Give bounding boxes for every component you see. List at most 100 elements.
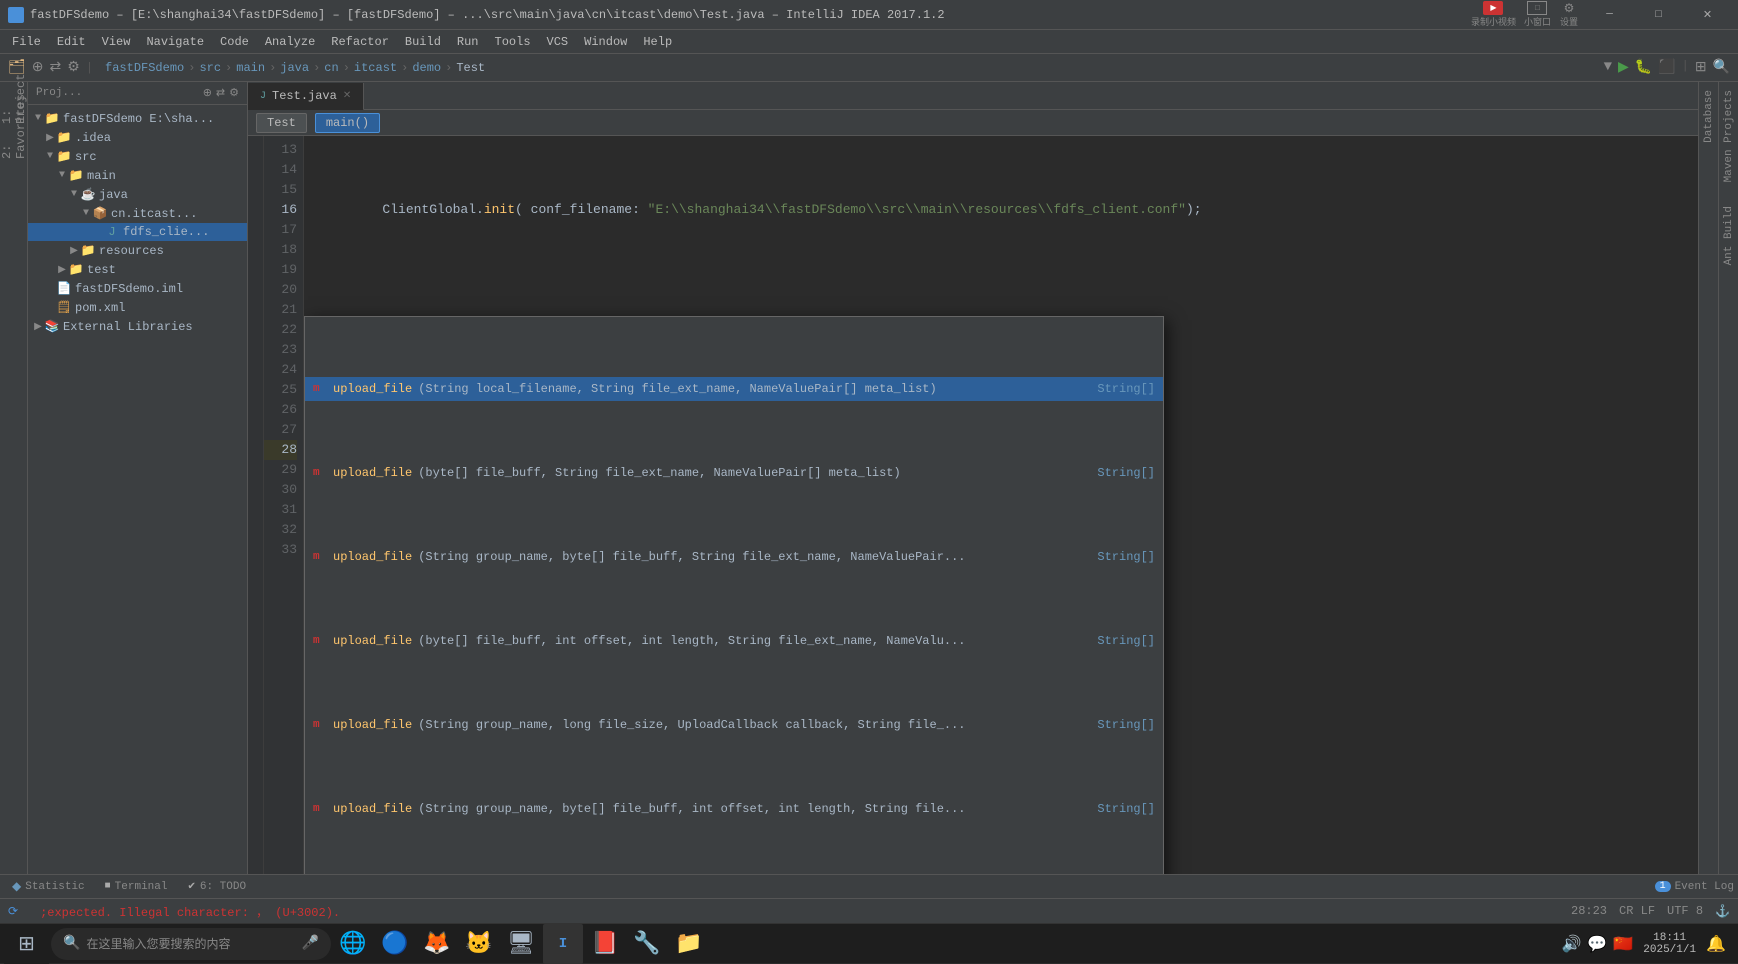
debug-btn[interactable]: 🐛 (1635, 59, 1652, 76)
tree-iml[interactable]: 📄 fastDFSdemo.iml (28, 279, 247, 298)
ac-return-type: String[] (1089, 463, 1155, 483)
status-bar: ⟳ ;expected. Illegal character: ， (U+300… (0, 898, 1738, 923)
line-num: 24 (264, 360, 297, 380)
bc-cn[interactable]: cn (324, 61, 338, 75)
tree-ext-libs[interactable]: ▶ 📚 External Libraries (28, 317, 247, 336)
menu-file[interactable]: File (4, 30, 49, 54)
taskbar-ie[interactable]: 🌐 (333, 924, 373, 964)
title-text: fastDFSdemo – [E:\shanghai34\fastDFSdemo… (30, 8, 1471, 22)
menu-code[interactable]: Code (212, 30, 257, 54)
ac-item-2[interactable]: m upload_file(byte[] file_buff, String f… (305, 461, 1163, 485)
taskbar-cmd[interactable]: 🖥 (501, 924, 541, 964)
maven-tab[interactable]: Maven Projects (1719, 82, 1738, 190)
iml-icon: 📄 (56, 281, 72, 296)
taskbar-chrome[interactable]: 🔵 (375, 924, 415, 964)
code-content[interactable]: ClientGlobal.init( conf_filename: "E:\\s… (304, 136, 1698, 874)
menu-navigate[interactable]: Navigate (138, 30, 212, 54)
database-tab[interactable]: Database (1699, 82, 1719, 151)
bc-main[interactable]: main (236, 61, 265, 75)
ac-item-5[interactable]: m upload_file(String group_name, long fi… (305, 713, 1163, 737)
fav-btn[interactable]: 2: Favorites (1, 114, 27, 140)
tree-label: .idea (75, 131, 111, 145)
status-right: 28:23 CR LF UTF 8 ⚓ (1571, 904, 1730, 919)
record-video-btn[interactable]: ▶ 录制小视频 (1471, 1, 1516, 28)
stop-btn[interactable]: ⬛ (1658, 59, 1675, 76)
todo-tab[interactable]: ✔ 6: TODO (179, 879, 254, 895)
taskbar-idea[interactable]: I (543, 924, 583, 964)
event-log-tab[interactable]: Event Log (1675, 881, 1734, 893)
tree-root[interactable]: ▼ 📁 fastDFSdemo E:\sha... (28, 109, 247, 128)
autocomplete-dropdown[interactable]: m upload_file (String local_filename, Str… (304, 316, 1164, 874)
ac-item-6[interactable]: m upload_file(String group_name, byte[] … (305, 797, 1163, 821)
minimize-btn[interactable]: ─ (1587, 0, 1632, 30)
ac-method-name: upload_file (333, 379, 412, 399)
bc-fastdfsdemo[interactable]: fastDFSdemo (105, 61, 184, 75)
settings-gear[interactable]: ⚙ (67, 59, 80, 76)
ph-btn1[interactable]: ⊕ (203, 86, 212, 100)
bc-demo[interactable]: demo (412, 61, 441, 75)
ph-btn2[interactable]: ⇄ (216, 86, 225, 100)
close-btn[interactable]: ✕ (1685, 0, 1730, 30)
tree-pom[interactable]: 🗒 pom.xml (28, 298, 247, 317)
ac-item-4[interactable]: m upload_file(byte[] file_buff, int offs… (305, 629, 1163, 653)
ac-method-icon: m (313, 379, 327, 399)
ph-btn3[interactable]: ⚙ (229, 86, 239, 100)
search-bar[interactable]: 🔍 在这里输入您要搜索的内容 🎤 (51, 928, 331, 960)
clock[interactable]: 18:11 2025/1/1 (1639, 932, 1700, 956)
menu-tools[interactable]: Tools (487, 30, 539, 54)
ac-item-3[interactable]: m upload_file(String group_name, byte[] … (305, 545, 1163, 569)
project-panel: Proj... ⊕ ⇄ ⚙ ▼ 📁 fastDFSdemo E:\sha... … (28, 82, 248, 874)
taskbar-folder[interactable]: 📁 (669, 924, 709, 964)
menu-window[interactable]: Window (576, 30, 635, 54)
ac-item-1[interactable]: m upload_file (String local_filename, Str… (305, 377, 1163, 401)
toolbar-btn-1[interactable]: ⊕ (32, 59, 44, 76)
tree-arrow: ▼ (68, 189, 80, 200)
tree-cn-itcast[interactable]: ▼ 📦 cn.itcast... (28, 204, 247, 223)
menu-edit[interactable]: Edit (49, 30, 94, 54)
tree-fdfs[interactable]: J fdfs_clie... (28, 223, 247, 241)
start-button[interactable]: ⊞ (4, 924, 49, 964)
tab-test-java[interactable]: J Test.java ✕ (248, 83, 364, 111)
bc-itcast[interactable]: itcast (354, 61, 397, 75)
run-btn[interactable]: ▶ (1618, 59, 1629, 76)
clock-date: 2025/1/1 (1643, 944, 1696, 956)
method-selector[interactable]: main() (315, 113, 380, 133)
menu-refactor[interactable]: Refactor (323, 30, 397, 54)
taskbar-app1[interactable]: 🐱 (459, 924, 499, 964)
grid-view-btn[interactable]: ⊞ (1695, 59, 1707, 76)
class-selector[interactable]: Test (256, 113, 307, 133)
taskbar-acrobat[interactable]: 📕 (585, 924, 625, 964)
small-window-btn[interactable]: □ 小窗口 (1524, 1, 1551, 28)
notification-btn[interactable]: 🔔 (1706, 934, 1726, 954)
taskbar-firefox[interactable]: 🦊 (417, 924, 457, 964)
toolbar-btn-2[interactable]: ⇄ (50, 59, 62, 76)
run-config-selector[interactable]: ▼ (1604, 59, 1612, 76)
project-panel-header: Proj... ⊕ ⇄ ⚙ (28, 82, 247, 105)
tree-arrow: ▶ (32, 321, 44, 333)
settings-btn[interactable]: ⚙ 设置 (1559, 1, 1579, 28)
menu-view[interactable]: View (94, 30, 139, 54)
code-editor[interactable]: 13 14 15 16 17 18 19 20 21 22 23 24 25 2… (248, 136, 1698, 874)
bc-src[interactable]: src (199, 61, 221, 75)
menu-help[interactable]: Help (635, 30, 680, 54)
ac-params: (String local_filename, String file_ext_… (418, 379, 936, 399)
search-everywhere-btn[interactable]: 🔍 (1713, 59, 1730, 76)
tree-test[interactable]: ▶ 📁 test (28, 260, 247, 279)
menu-analyze[interactable]: Analyze (257, 30, 323, 54)
tree-resources[interactable]: ▶ 📁 resources (28, 241, 247, 260)
maximize-btn[interactable]: □ (1636, 0, 1681, 30)
tree-main[interactable]: ▼ 📁 main (28, 166, 247, 185)
tree-src[interactable]: ▼ 📁 src (28, 147, 247, 166)
bc-java[interactable]: java (280, 61, 309, 75)
menu-run[interactable]: Run (449, 30, 487, 54)
statistic-tab[interactable]: ◆ Statistic (4, 877, 93, 896)
taskbar-git[interactable]: 🔧 (627, 924, 667, 964)
menu-vcs[interactable]: VCS (539, 30, 577, 54)
terminal-tab[interactable]: ■ Terminal (97, 879, 176, 895)
ant-build-tab[interactable]: Ant Build (1719, 198, 1738, 273)
line-num: 33 (264, 540, 297, 560)
menu-build[interactable]: Build (397, 30, 449, 54)
tab-close-btn[interactable]: ✕ (343, 90, 351, 102)
tree-idea[interactable]: ▶ 📁 .idea (28, 128, 247, 147)
tree-java[interactable]: ▼ ☕ java (28, 185, 247, 204)
